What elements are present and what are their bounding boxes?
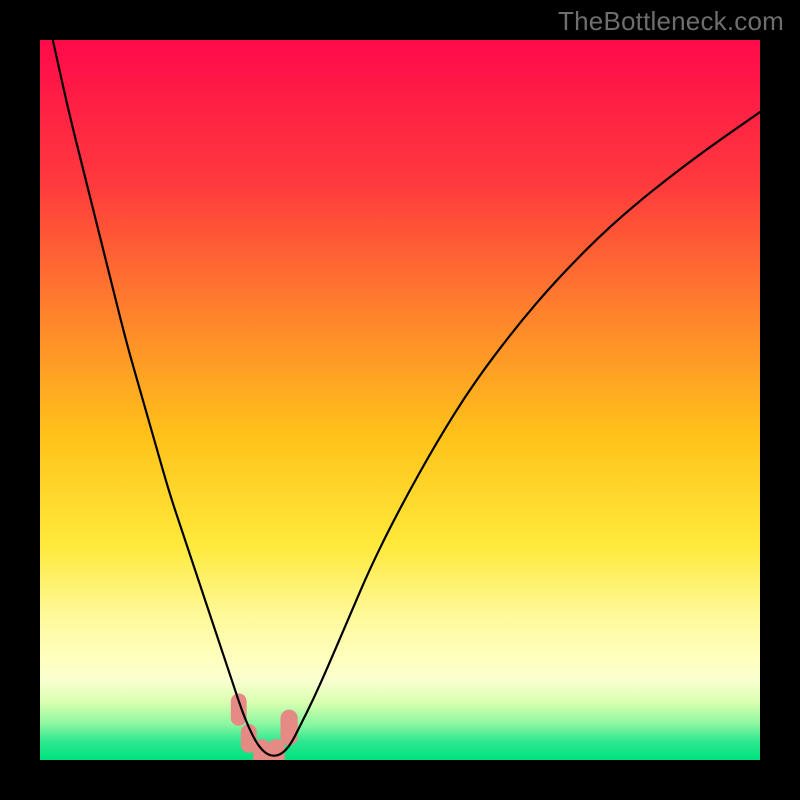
plot-area	[40, 40, 760, 760]
curve-marker	[280, 710, 297, 746]
watermark-text: TheBottleneck.com	[558, 6, 784, 37]
marker-group	[231, 693, 298, 760]
bottleneck-curve	[40, 40, 760, 756]
chart-frame: TheBottleneck.com	[0, 0, 800, 800]
curve-marker	[268, 739, 285, 760]
curve-layer	[40, 40, 760, 760]
